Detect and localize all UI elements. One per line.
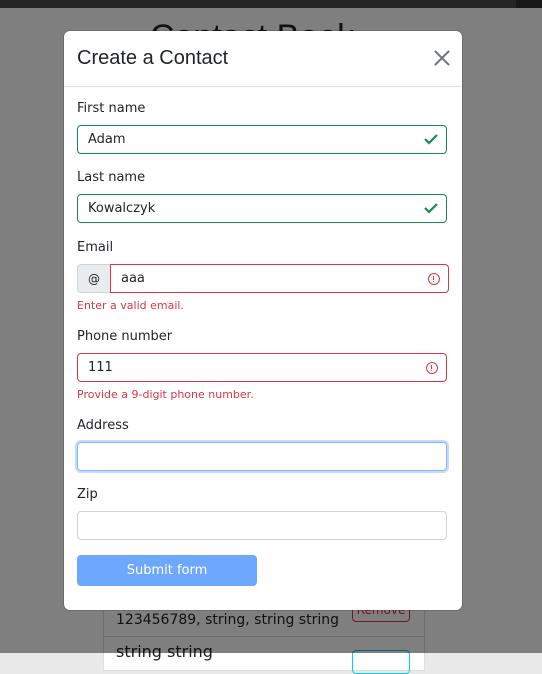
address-label: Address	[77, 418, 129, 433]
address-input[interactable]	[77, 442, 447, 471]
create-contact-modal: Create a Contact First name Adam Last na…	[64, 31, 462, 610]
email-value: aaa	[121, 271, 145, 286]
email-feedback: Enter a valid email.	[77, 299, 184, 312]
email-input[interactable]: aaa	[110, 264, 449, 293]
error-icon	[426, 362, 438, 374]
phone-input[interactable]: 111	[77, 353, 447, 382]
email-prefix: @	[77, 264, 110, 293]
phone-value: 111	[88, 360, 113, 375]
check-icon	[424, 134, 438, 145]
check-icon	[424, 203, 438, 214]
close-icon[interactable]	[434, 50, 450, 66]
submit-button[interactable]: Submit form	[77, 555, 257, 586]
phone-label: Phone number	[77, 329, 173, 344]
last-name-input[interactable]: Kowalczyk	[77, 194, 447, 223]
error-icon	[428, 273, 440, 285]
modal-header: Create a Contact	[64, 31, 462, 87]
first-name-value: Adam	[88, 132, 126, 147]
first-name-label: First name	[77, 101, 146, 116]
phone-feedback: Provide a 9-digit phone number.	[77, 388, 254, 401]
zip-label: Zip	[77, 487, 98, 502]
email-label: Email	[77, 240, 114, 255]
zip-input[interactable]	[77, 511, 447, 540]
edit-button[interactable]	[352, 650, 410, 674]
last-name-value: Kowalczyk	[88, 201, 156, 216]
first-name-input[interactable]: Adam	[77, 125, 447, 154]
modal-title: Create a Contact	[77, 47, 229, 69]
last-name-label: Last name	[77, 170, 146, 185]
email-input-group: @ aaa	[77, 264, 449, 293]
